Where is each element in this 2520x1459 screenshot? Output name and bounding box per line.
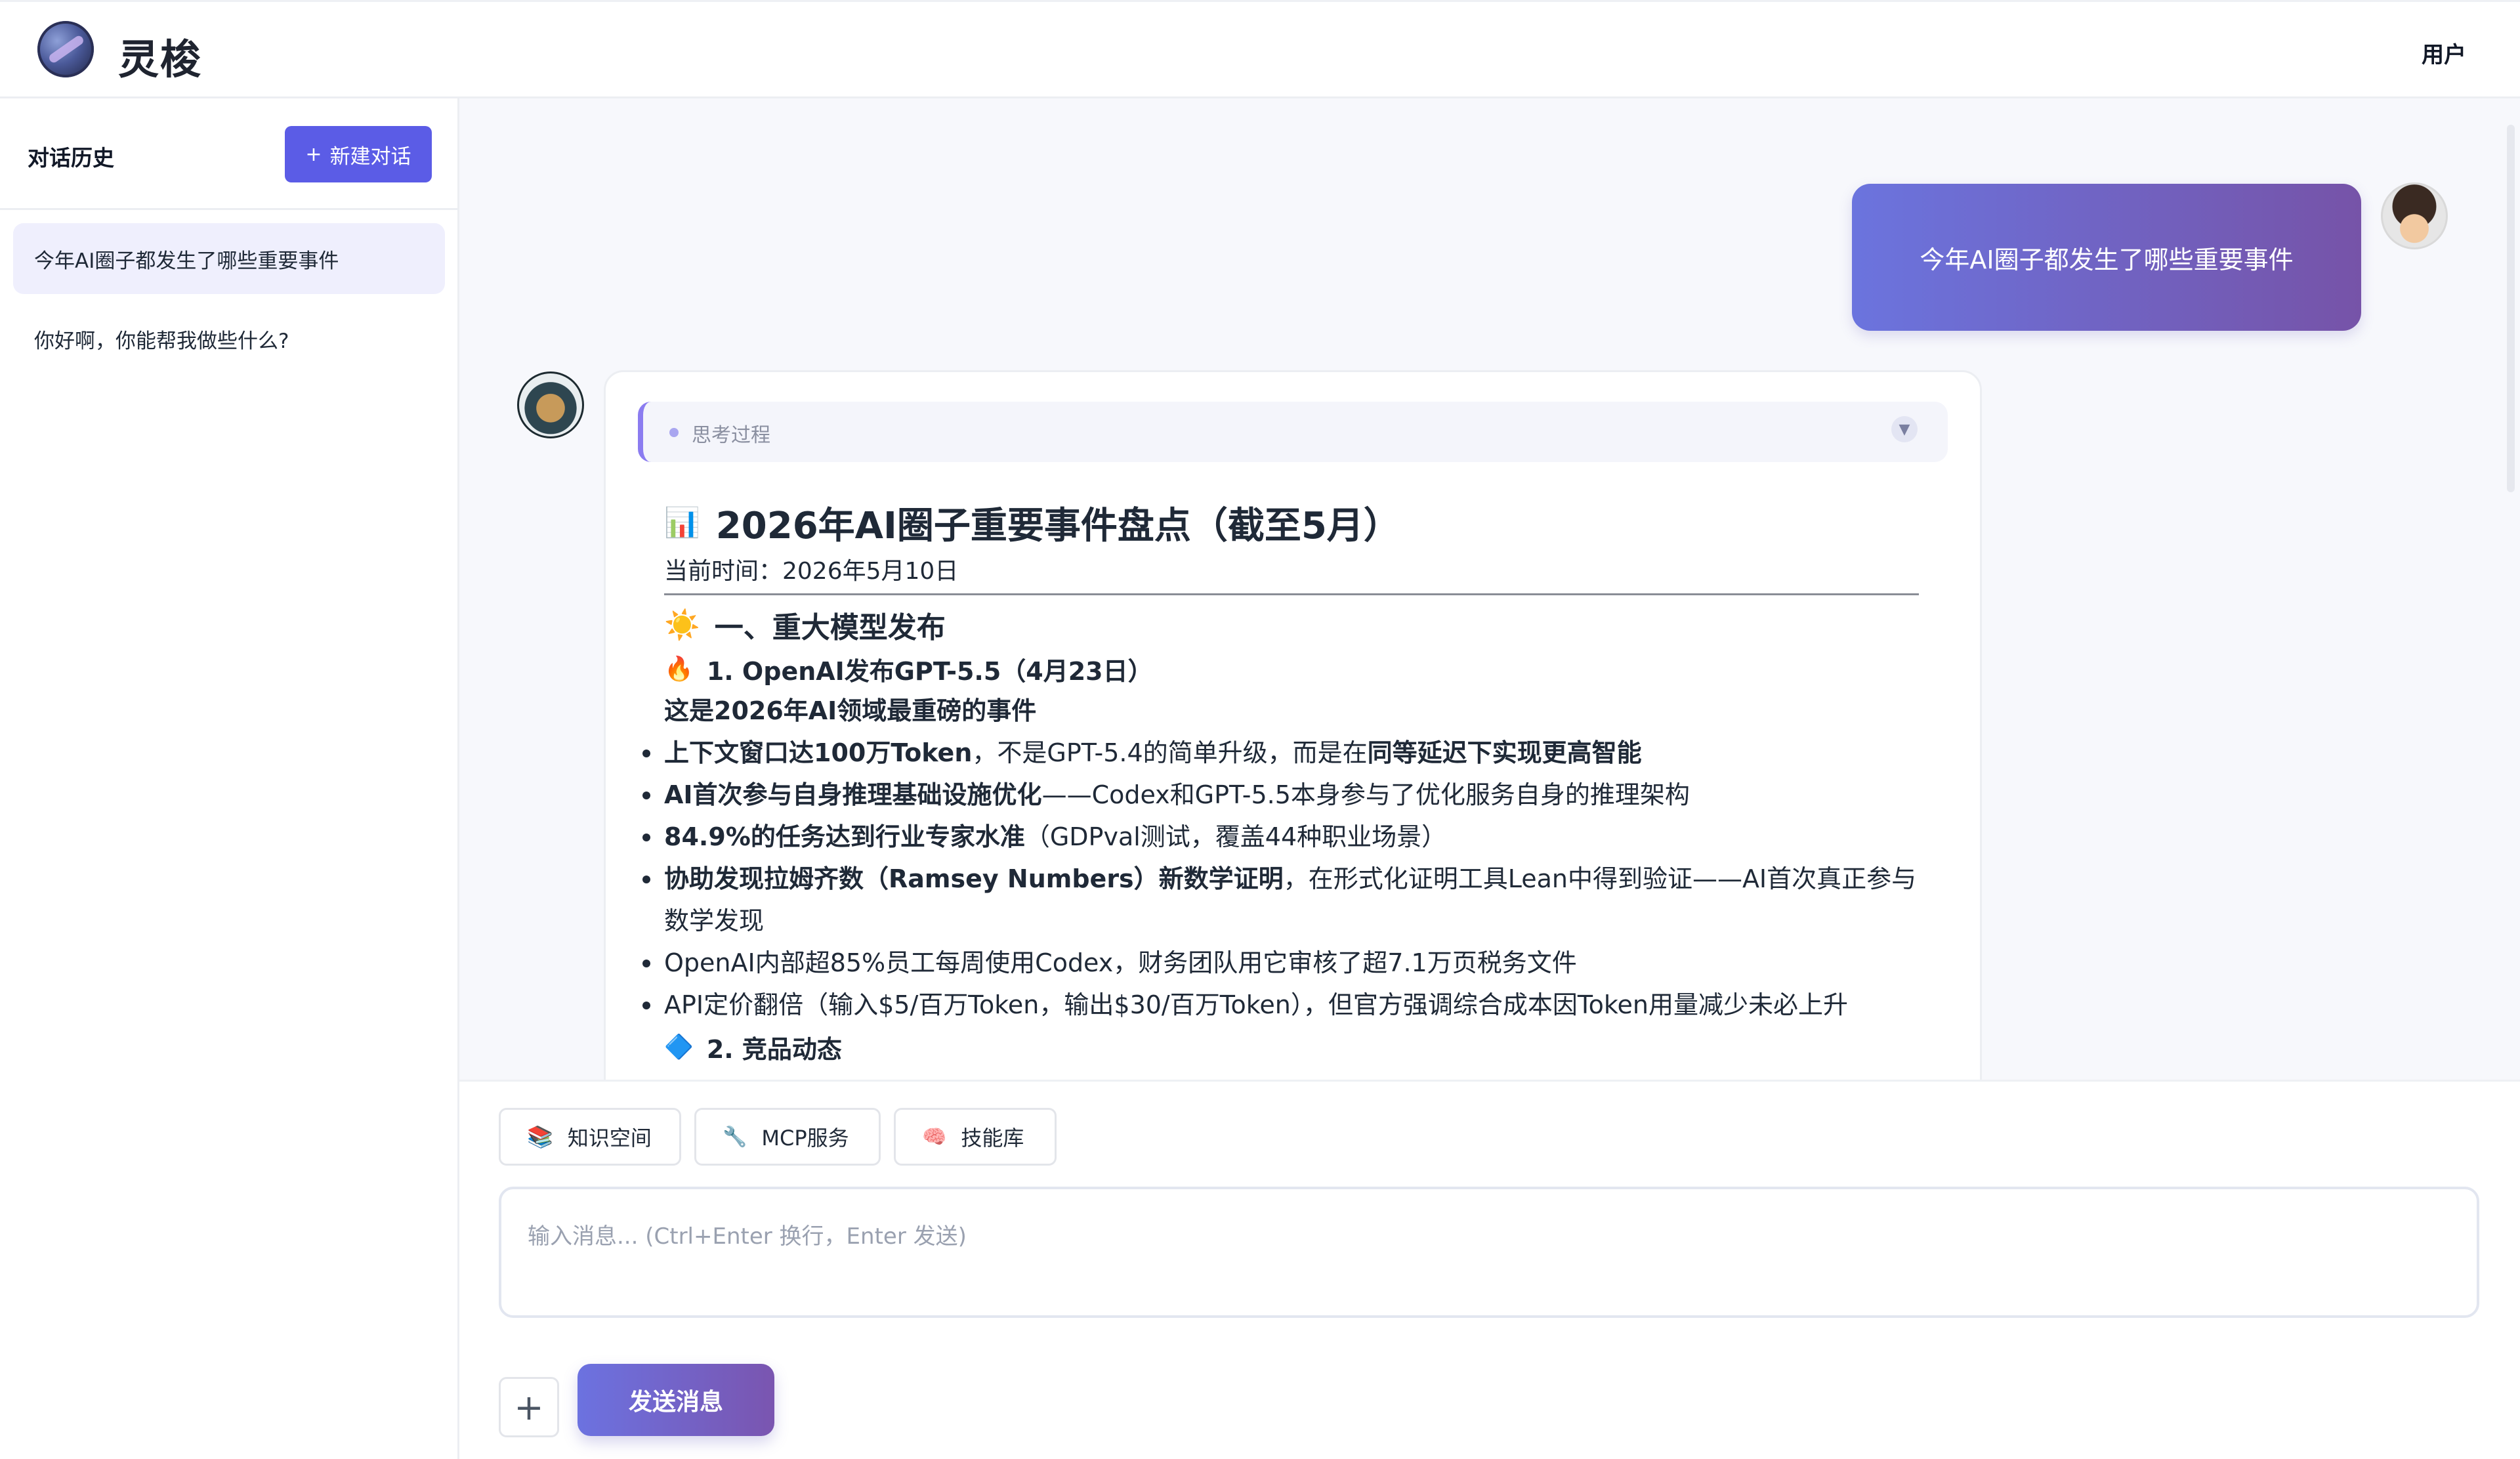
knowledge-space-button[interactable]: 📚 知识空间 — [499, 1108, 681, 1166]
add-attachment-button[interactable]: + — [499, 1377, 559, 1437]
list-item: AI首次参与自身推理基础设施优化——Codex和GPT-5.5本身参与了优化服务… — [642, 774, 1931, 816]
divider — [664, 593, 1919, 595]
answer-title: 📊 2026年AI圈子重要事件盘点（截至5月） — [664, 492, 1931, 553]
list-item: 协助发现拉姆齐数（Ramsey Numbers）新数学证明，在形式化证明工具Le… — [642, 858, 1931, 942]
new-chat-label: 新建对话 — [329, 144, 411, 169]
list-item: 84.9%的任务达到行业专家水准（GDPval测试，覆盖44种职业场景） — [642, 816, 1931, 858]
tool-label: 知识空间 — [567, 1126, 652, 1151]
history-item-active[interactable]: 今年AI圈子都发生了哪些重要事件 — [13, 223, 445, 294]
current-time: 当前时间：2026年5月10日 — [664, 558, 959, 585]
plus-icon: + — [514, 1386, 544, 1428]
chat-scrollbar[interactable] — [2507, 125, 2515, 492]
chat-area[interactable]: 今年AI圈子都发生了哪些重要事件 思考过程 ▼ 📊 2026年AI圈子重要事件盘… — [459, 98, 2520, 1080]
user-message-text: 今年AI圈子都发生了哪些重要事件 — [1920, 245, 2294, 274]
list-item: 上下文窗口达100万Token，不是GPT-5.4的简单升级，而是在同等延迟下实… — [642, 732, 1931, 774]
mcp-service-button[interactable]: 🔧 MCP服务 — [694, 1108, 881, 1166]
books-icon: 📚 — [527, 1124, 553, 1149]
brain-icon: 🧠 — [922, 1125, 947, 1149]
tool-label: 技能库 — [961, 1126, 1024, 1151]
thinking-label: 思考过程 — [692, 424, 770, 447]
composer: 📚 知识空间 🔧 MCP服务 🧠 技能库 输入消息... (Ctrl+Enter… — [459, 1080, 2520, 1459]
sidebar: 对话历史 + 新建对话 今年AI圈子都发生了哪些重要事件 你好啊，你能帮我做些什… — [0, 98, 459, 1459]
thinking-process-toggle[interactable]: 思考过程 ▼ — [638, 402, 1948, 462]
subsection-heading: 🔥 1. OpenAI发布GPT-5.5（4月23日） — [664, 648, 1931, 690]
history-item[interactable]: 你好啊，你能帮我做些什么? — [13, 303, 445, 374]
diamond-icon: 🔷 — [664, 1034, 694, 1061]
message-input-placeholder: 输入消息... (Ctrl+Enter 换行，Enter 发送) — [528, 1223, 967, 1250]
chart-icon: 📊 — [664, 506, 700, 539]
user-menu[interactable]: 用户 — [2422, 37, 2466, 69]
user-avatar — [2381, 182, 2448, 249]
section-heading-text: 一、重大模型发布 — [714, 611, 946, 645]
app-title: 灵梭 — [118, 35, 203, 83]
top-header: 灵梭 用户 — [0, 0, 2520, 98]
subsection-heading-text: 1. OpenAI发布GPT-5.5（4月23日） — [706, 656, 1153, 686]
sidebar-header: 对话历史 + 新建对话 — [0, 98, 457, 210]
answer-title-text: 2026年AI圈子重要事件盘点（截至5月） — [715, 504, 1400, 547]
send-button[interactable]: 发送消息 — [578, 1364, 774, 1436]
send-button-label: 发送消息 — [628, 1389, 723, 1416]
sun-icon: ☀️ — [664, 608, 700, 642]
chevron-down-icon[interactable]: ▼ — [1891, 416, 1918, 442]
app-logo-icon[interactable] — [37, 21, 94, 77]
wrench-icon: 🔧 — [723, 1125, 747, 1149]
history-item-label: 今年AI圈子都发生了哪些重要事件 — [34, 249, 339, 273]
section-heading: ☀️ 一、重大模型发布 — [664, 602, 1931, 648]
message-input[interactable]: 输入消息... (Ctrl+Enter 换行，Enter 发送) — [499, 1187, 2479, 1318]
new-chat-button[interactable]: + 新建对话 — [285, 126, 432, 182]
plus-icon: + — [305, 142, 322, 166]
subsection-heading-text: 2. 竞品动态 — [706, 1034, 842, 1064]
app-root: 灵梭 用户 对话历史 + 新建对话 今年AI圈子都发生了哪些重要事件 你好啊，你… — [0, 0, 2520, 1459]
bullet-list: 上下文窗口达100万Token，不是GPT-5.4的简单升级，而是在同等延迟下实… — [642, 732, 1931, 1026]
skill-library-button[interactable]: 🧠 技能库 — [894, 1108, 1057, 1166]
header-top-line — [0, 0, 2520, 2]
assistant-answer: 📊 2026年AI圈子重要事件盘点（截至5月） 当前时间：2026年5月10日 … — [642, 492, 1931, 1068]
list-item: API定价翻倍（输入$5/百万Token，输出$30/百万Token），但官方强… — [642, 984, 1931, 1026]
history-item-label: 你好啊，你能帮我做些什么? — [34, 329, 289, 353]
user-message-bubble: 今年AI圈子都发生了哪些重要事件 — [1852, 184, 2361, 331]
list-item: OpenAI内部超85%员工每周使用Codex，财务团队用它审核了超7.1万页税… — [642, 942, 1931, 984]
thinking-dot-icon — [669, 428, 679, 437]
lead-text: 这是2026年AI领域最重磅的事件 — [664, 696, 1037, 725]
sidebar-title: 对话历史 — [28, 145, 114, 171]
subsection-heading: 🔷 2. 竞品动态 — [664, 1026, 1931, 1068]
fire-icon: 🔥 — [664, 656, 694, 683]
assistant-avatar — [517, 371, 584, 438]
tool-label: MCP服务 — [761, 1126, 849, 1151]
